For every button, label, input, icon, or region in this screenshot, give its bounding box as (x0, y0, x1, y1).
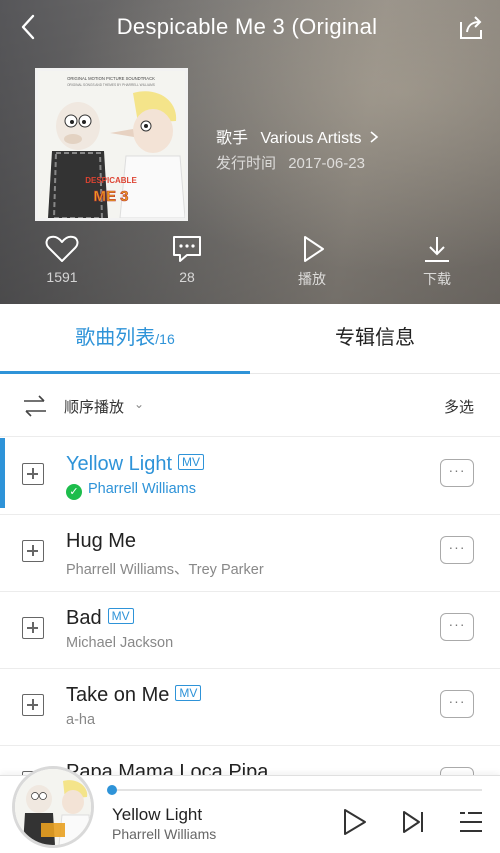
play-icon (304, 236, 324, 262)
cover-top-text: ORIGINAL MOTION PICTURE SOUNDTRACK (67, 76, 155, 81)
more-options-button[interactable]: ··· (440, 690, 474, 718)
artist-row[interactable]: 歌手 Various Artists (216, 124, 380, 148)
song-title-row: Take on Me MV (66, 684, 202, 707)
release-date-value: 2017-06-23 (288, 155, 365, 172)
song-title-row: Hug Me (66, 530, 136, 553)
now-playing-artwork[interactable] (12, 766, 94, 848)
song-artist: Pharrell Williams、Trey Parker (66, 562, 264, 578)
sequential-play-icon[interactable] (22, 393, 48, 419)
tab-indicator (0, 371, 250, 374)
back-button[interactable] (14, 12, 44, 42)
play-label: 播放 (298, 271, 326, 287)
release-date-label: 发行时间 (216, 155, 277, 172)
song-artist: Pharrell Williams (88, 481, 196, 497)
artist-value: Various Artists (260, 130, 362, 147)
mv-badge[interactable]: MV (178, 454, 205, 470)
song-list: Yellow Light MV ✓ Pharrell Williams ··· Hu… (0, 438, 500, 823)
download-button[interactable]: 下载 (397, 234, 477, 294)
tab-song-count: /16 (155, 331, 175, 347)
add-to-playlist-icon[interactable] (22, 694, 44, 716)
song-row[interactable]: Take on Me MV a-ha ··· (0, 669, 500, 746)
artist-label: 歌手 (216, 130, 249, 147)
like-button[interactable]: 1591 (22, 234, 102, 294)
comment-count: 28 (179, 269, 195, 285)
song-artist: a-ha (66, 712, 96, 728)
now-playing-cover-art (15, 769, 91, 845)
play-mode-bar: 顺序播放 ⌄ 多选 (0, 375, 500, 437)
cover-logo-line1: DESPICABLE (85, 176, 137, 185)
progress-bar[interactable] (107, 785, 482, 795)
add-to-playlist-icon[interactable] (22, 617, 44, 639)
progress-knob[interactable] (107, 785, 117, 795)
song-title: Yellow Light (66, 453, 173, 475)
mv-badge[interactable]: MV (175, 685, 202, 701)
play-all-button[interactable]: 播放 (272, 234, 352, 294)
comment-icon (173, 236, 201, 262)
tab-song-list[interactable]: 歌曲列表/16 (0, 304, 250, 374)
release-date-row: 发行时间 2017-06-23 (216, 152, 365, 173)
download-label: 下载 (423, 271, 451, 287)
comment-button[interactable]: 28 (147, 234, 227, 294)
cover-sub-text: ORIGINAL SONGS AND THEMES BY PHARRELL WI… (67, 83, 155, 87)
song-row[interactable]: Bad MV Michael Jackson ··· (0, 592, 500, 669)
mv-badge[interactable]: MV (107, 608, 134, 624)
tab-album-info-label: 专辑信息 (335, 327, 415, 349)
like-count: 1591 (46, 269, 78, 285)
add-to-playlist-icon[interactable] (22, 540, 44, 562)
heart-icon (45, 235, 79, 262)
mini-player: Yellow Light Pharrell Williams (0, 766, 500, 853)
song-artist: Michael Jackson (66, 635, 174, 651)
song-title: Hug Me (66, 530, 137, 552)
more-options-button[interactable]: ··· (440, 536, 474, 564)
chevron-right-icon (370, 131, 379, 143)
share-button[interactable] (456, 12, 486, 42)
check-icon: ✓ (66, 484, 82, 500)
back-arrow-icon (21, 14, 35, 40)
now-playing-title: Yellow Light (112, 805, 203, 824)
song-title-row: Yellow Light MV (66, 453, 205, 476)
song-artist-row: ✓ Pharrell Williams (66, 481, 196, 500)
album-header: Despicable Me 3 (Original ORIGINAL MOTIO… (0, 0, 500, 304)
song-row[interactable]: Hug Me Pharrell Williams、Trey Parker ··· (0, 515, 500, 592)
more-options-button[interactable]: ··· (440, 613, 474, 641)
album-cover[interactable]: ORIGINAL MOTION PICTURE SOUNDTRACK ORIGI… (35, 68, 188, 221)
tab-album-info[interactable]: 专辑信息 (250, 304, 500, 374)
now-playing-artist: Pharrell Williams (112, 826, 217, 842)
album-cover-art: ORIGINAL MOTION PICTURE SOUNDTRACK ORIGI… (38, 71, 185, 218)
song-title: Take on Me (66, 684, 170, 706)
playlist-icon[interactable] (458, 810, 484, 834)
share-icon (460, 16, 482, 39)
next-track-icon[interactable] (401, 810, 425, 834)
more-options-button[interactable]: ··· (440, 459, 474, 487)
song-row[interactable]: Yellow Light MV ✓ Pharrell Williams ··· (0, 438, 500, 515)
add-to-playlist-icon[interactable] (22, 463, 44, 485)
tab-bar: 歌曲列表/16 专辑信息 (0, 304, 500, 374)
album-title: Despicable Me 3 (Original (116, 14, 378, 39)
play-pause-icon[interactable] (340, 808, 368, 836)
album-actions: 1591 28 播放 下载 (0, 234, 500, 294)
song-title-row: Bad MV (66, 607, 134, 630)
song-title: Bad (66, 607, 102, 629)
download-icon (425, 237, 449, 262)
tab-song-list-label: 歌曲列表 (75, 327, 156, 349)
cover-logo-line2: ME 3 (93, 188, 128, 205)
top-bar: Despicable Me 3 (Original (0, 0, 500, 54)
play-mode-label[interactable]: 顺序播放 (64, 396, 124, 417)
chevron-down-icon[interactable]: ⌄ (134, 397, 144, 411)
multi-select-button[interactable]: 多选 (444, 396, 474, 417)
